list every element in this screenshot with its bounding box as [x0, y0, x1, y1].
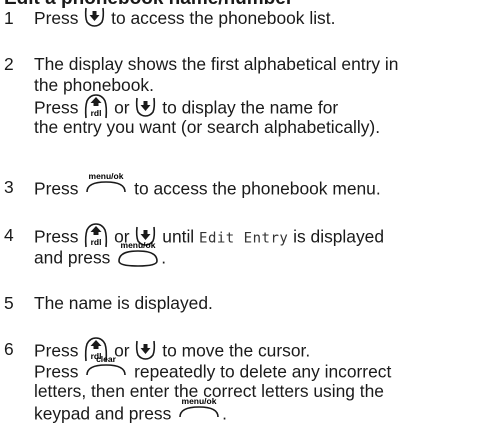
step-text: Press	[34, 178, 84, 199]
step-text: repeatedly to delete any incorrect	[129, 361, 392, 382]
step-text: .	[222, 403, 227, 424]
menu-ok-button-icon: menu/ok	[177, 396, 221, 422]
step-text: keypad and press	[34, 403, 177, 424]
step-number: 3	[4, 177, 14, 197]
step-text: Press	[34, 8, 84, 28]
step-number: 2	[4, 54, 14, 74]
up-redial-button-icon: rdl	[84, 222, 108, 248]
down-button-icon	[84, 7, 105, 28]
menu-icon-label: menu/ok	[89, 171, 124, 181]
down-button-icon	[135, 97, 156, 117]
step-text: Press	[34, 97, 84, 118]
step-text: Press	[34, 226, 84, 247]
step-text: The display shows the first alphabetical…	[34, 54, 399, 74]
step-number: 1	[4, 8, 14, 28]
step-text: Press	[34, 340, 84, 361]
clear-icon-label: clear	[96, 354, 117, 364]
up-redial-button-icon: rdl	[84, 93, 108, 119]
manual-page: Edit a phonebook name/number 1 Press to …	[0, 0, 497, 439]
step-text: to move the cursor.	[157, 340, 311, 361]
step-text: to display the name for	[157, 97, 339, 118]
step-text: until	[157, 226, 200, 247]
step-text: to access the phonebook menu.	[129, 178, 381, 199]
step-text: .	[161, 247, 167, 268]
step-text: to access the phonebook list.	[106, 8, 336, 28]
step-number: 6	[4, 339, 14, 359]
step-number: 4	[4, 225, 14, 245]
clear-button-icon: clear	[84, 354, 128, 380]
menu-ok-button-icon: menu/ok	[84, 171, 128, 197]
menu-icon-label: menu/ok	[182, 396, 217, 406]
step-text: or	[109, 97, 135, 118]
menu-ok-button-icon: menu/ok	[116, 240, 160, 267]
display-text-edit-entry: Edit Entry	[199, 230, 289, 247]
step-text: The name is displayed.	[34, 293, 213, 313]
up-icon-label: rdl	[91, 108, 102, 118]
step-text: the entry you want (or search alphabetic…	[34, 117, 381, 137]
step-number: 5	[4, 293, 14, 313]
step-text: is displayed	[288, 226, 385, 247]
down-button-icon	[135, 340, 156, 360]
menu-icon-label: menu/ok	[121, 240, 156, 250]
step-text: Press	[34, 361, 84, 382]
step-text: and press	[34, 247, 116, 268]
up-icon-label: rdl	[91, 237, 102, 247]
